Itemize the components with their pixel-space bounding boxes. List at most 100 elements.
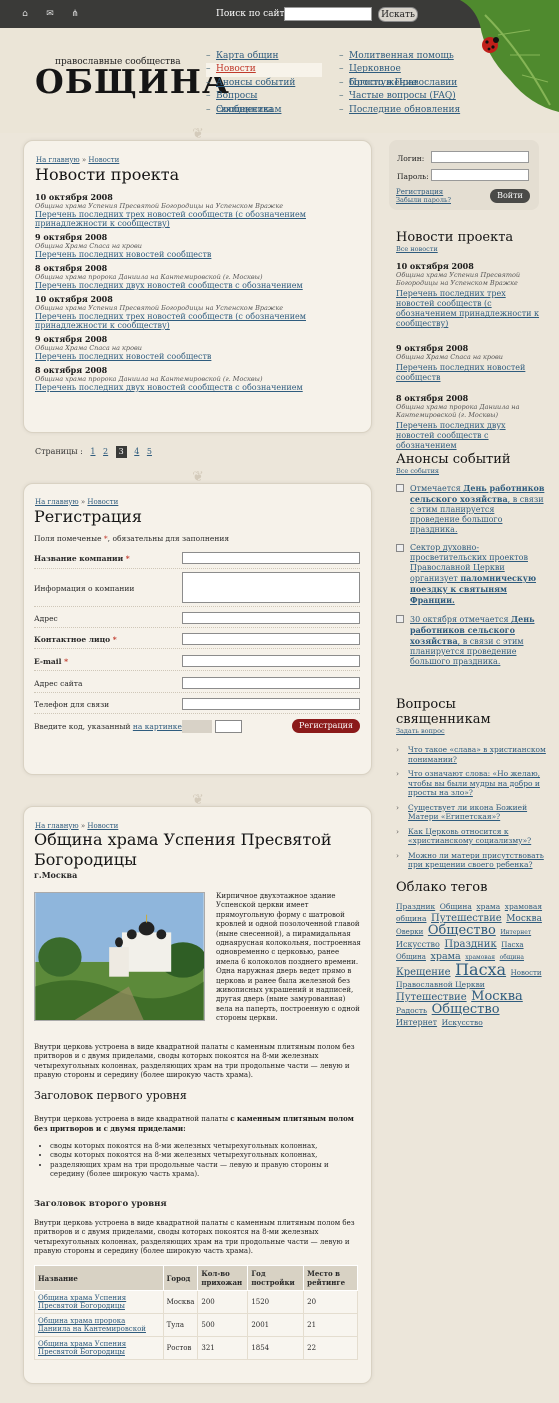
email-field[interactable] bbox=[182, 655, 360, 667]
sidebar-news-link[interactable]: Перечень последних новостей сообществ bbox=[396, 363, 546, 383]
breadcrumb: На главную » Новости bbox=[35, 822, 119, 830]
nav-item-faq[interactable]: Частые вопросы (FAQ) bbox=[339, 90, 469, 104]
church-photo bbox=[34, 892, 205, 1021]
all-news-link[interactable]: Все новости bbox=[396, 245, 546, 253]
question-item[interactable]: › Что такое «слава» в христианском понима… bbox=[396, 745, 546, 764]
nav-item-prayer[interactable]: Молитвенная помощь bbox=[339, 50, 469, 64]
tag-link[interactable]: Община bbox=[440, 902, 472, 911]
tag-link[interactable]: Интернет bbox=[500, 929, 531, 936]
event-item[interactable]: Отмечается День работников сельского хоз… bbox=[396, 483, 546, 535]
tag-link[interactable]: Община bbox=[396, 953, 426, 961]
news-panel: На главную » Новости Новости проекта 10 … bbox=[23, 140, 372, 433]
address-field[interactable] bbox=[182, 612, 360, 624]
captcha-link[interactable]: на картинке bbox=[133, 722, 182, 731]
nav-item-orthodoxy[interactable]: Просто о Православии bbox=[339, 77, 469, 91]
nav-item-news[interactable]: Новости bbox=[206, 63, 322, 77]
mail-icon[interactable]: ✉ bbox=[45, 9, 55, 19]
question-item[interactable]: › Как Церковь относится к «христианскому … bbox=[396, 827, 546, 846]
community-link[interactable]: Община храма пророка Даниила на Кантемир… bbox=[34, 1313, 164, 1337]
site-field[interactable] bbox=[182, 677, 360, 689]
page-link[interactable]: 5 bbox=[147, 447, 152, 456]
tag-link[interactable]: Искусство bbox=[396, 940, 440, 949]
logo[interactable]: ОБЩИНА bbox=[35, 64, 230, 100]
tag-link[interactable]: храма bbox=[476, 902, 500, 911]
tag-link[interactable]: Оверки bbox=[396, 928, 423, 936]
sidebar-tags-title: Облако тегов bbox=[396, 880, 488, 895]
breadcrumb-home[interactable]: На главную bbox=[35, 822, 79, 830]
tag-link[interactable]: храмовая bbox=[505, 902, 542, 911]
tag-link[interactable]: Искусство bbox=[442, 1018, 483, 1027]
nav-item-communities[interactable]: Сообщества bbox=[206, 104, 322, 118]
phone-field[interactable] bbox=[182, 698, 360, 710]
community-link[interactable]: Община храма Успения Пресвятой Богородиц… bbox=[34, 1336, 164, 1360]
sidebar-news-link[interactable]: Перечень последних двух новостей сообщес… bbox=[396, 421, 546, 451]
question-item[interactable]: › Можно ли матери присутствовать при крещ… bbox=[396, 851, 546, 870]
news-link[interactable]: Перечень последних трех новостей сообщес… bbox=[35, 210, 355, 228]
nav-item-updates[interactable]: Последние обновления bbox=[339, 104, 469, 118]
tag-link[interactable]: Пасха bbox=[455, 960, 506, 979]
login-field[interactable] bbox=[431, 151, 529, 163]
breadcrumb-news[interactable]: Новости bbox=[87, 498, 118, 506]
tag-link[interactable]: Праздник bbox=[396, 902, 435, 911]
sitemap-icon[interactable]: ⋔ bbox=[70, 9, 80, 19]
ask-question-link[interactable]: Задать вопрос bbox=[396, 727, 546, 735]
company-info-field[interactable] bbox=[182, 572, 360, 603]
event-item[interactable]: Сектор духовно-просветительских проектов… bbox=[396, 543, 546, 606]
password-field[interactable] bbox=[431, 169, 529, 181]
tag-link[interactable]: Православной Церкви bbox=[396, 980, 485, 989]
search-input[interactable] bbox=[284, 7, 372, 21]
news-item: 10 октября 2008 Община храма Успения Прес… bbox=[35, 192, 355, 228]
nav-item-service[interactable]: Церковное богослужение bbox=[339, 63, 469, 87]
event-item[interactable]: 30 октября отмечается День работников се… bbox=[396, 614, 546, 667]
news-link[interactable]: Перечень последних трех новостей сообщес… bbox=[35, 312, 355, 330]
forgot-password-link[interactable]: Забыли пароль? bbox=[396, 196, 451, 204]
nav-item-events[interactable]: Анонсы событий bbox=[206, 77, 322, 91]
tag-link[interactable]: Крещение bbox=[396, 967, 451, 978]
search-label: Поиск по сайту bbox=[216, 9, 290, 19]
page-link[interactable]: 2 bbox=[103, 447, 108, 456]
tag-link[interactable]: община bbox=[396, 914, 426, 923]
captcha-label: Введите код, указанный на картинке * bbox=[34, 722, 188, 731]
tag-link[interactable]: Москва bbox=[506, 914, 542, 924]
breadcrumb-home[interactable]: На главную bbox=[36, 156, 80, 164]
news-link[interactable]: Перечень последних двух новостей сообщес… bbox=[35, 281, 355, 290]
tag-link[interactable]: Общество bbox=[428, 923, 496, 938]
register-link[interactable]: Регистрация bbox=[396, 188, 443, 196]
news-link[interactable]: Перечень последних двух новостей сообщес… bbox=[35, 383, 355, 392]
home-icon[interactable]: ⌂ bbox=[20, 9, 30, 19]
ornament: ❦ bbox=[192, 469, 204, 485]
captcha-input[interactable] bbox=[215, 720, 242, 733]
breadcrumb-news[interactable]: Новости bbox=[88, 156, 119, 164]
company-field[interactable] bbox=[182, 552, 360, 564]
tag-link[interactable]: Интернет bbox=[396, 1018, 437, 1027]
arrow-icon: › bbox=[396, 769, 399, 778]
list-item: своды которых покоятся на 8-ми железных … bbox=[50, 1151, 360, 1160]
tag-link[interactable]: Радость bbox=[396, 1006, 427, 1015]
all-events-link[interactable]: Все события bbox=[396, 467, 546, 475]
tag-link[interactable]: Общество bbox=[432, 1002, 500, 1017]
tag-link[interactable]: Новости bbox=[511, 969, 542, 977]
news-link[interactable]: Перечень последних новостей сообществ bbox=[35, 250, 355, 259]
login-box: Логин: Пароль: Регистрация Забыли пароль… bbox=[389, 140, 539, 210]
tag-link[interactable]: Пасха bbox=[501, 941, 523, 949]
question-item[interactable]: › Существует ли икона Божией Матери «Егип… bbox=[396, 803, 546, 822]
breadcrumb-news[interactable]: Новости bbox=[87, 822, 118, 830]
nav-item-questions[interactable]: Вопросы священникам bbox=[206, 90, 322, 114]
search-button[interactable]: Искать bbox=[378, 7, 418, 22]
contact-field[interactable] bbox=[182, 633, 360, 645]
heading-level1: Заголовок первого уровня bbox=[34, 1089, 187, 1102]
page-link[interactable]: 4 bbox=[134, 447, 139, 456]
tag-link[interactable]: Праздник bbox=[444, 939, 496, 950]
question-item[interactable]: › Что означают слова: «Но желаю, чтобы вы… bbox=[396, 769, 546, 798]
breadcrumb-home[interactable]: На главную bbox=[35, 498, 79, 506]
nav-item-map[interactable]: Карта общин bbox=[206, 50, 322, 64]
sidebar-news-link[interactable]: Перечень последних трех новостей сообщес… bbox=[396, 289, 546, 329]
login-button[interactable]: Войти bbox=[490, 189, 530, 203]
article-paragraph: Внутри церковь устроена в виде квадратно… bbox=[34, 1114, 354, 1134]
calendar-icon bbox=[396, 615, 404, 623]
register-button[interactable]: Регистрация bbox=[292, 719, 360, 733]
page-link[interactable]: 1 bbox=[90, 447, 95, 456]
community-link[interactable]: Община храма Успения Пресвятой Богородиц… bbox=[34, 1290, 164, 1314]
news-link[interactable]: Перечень последних новостей сообществ bbox=[35, 352, 355, 361]
main-nav-col1: Карта общин Новости Анонсы событий Вопро… bbox=[206, 50, 322, 117]
